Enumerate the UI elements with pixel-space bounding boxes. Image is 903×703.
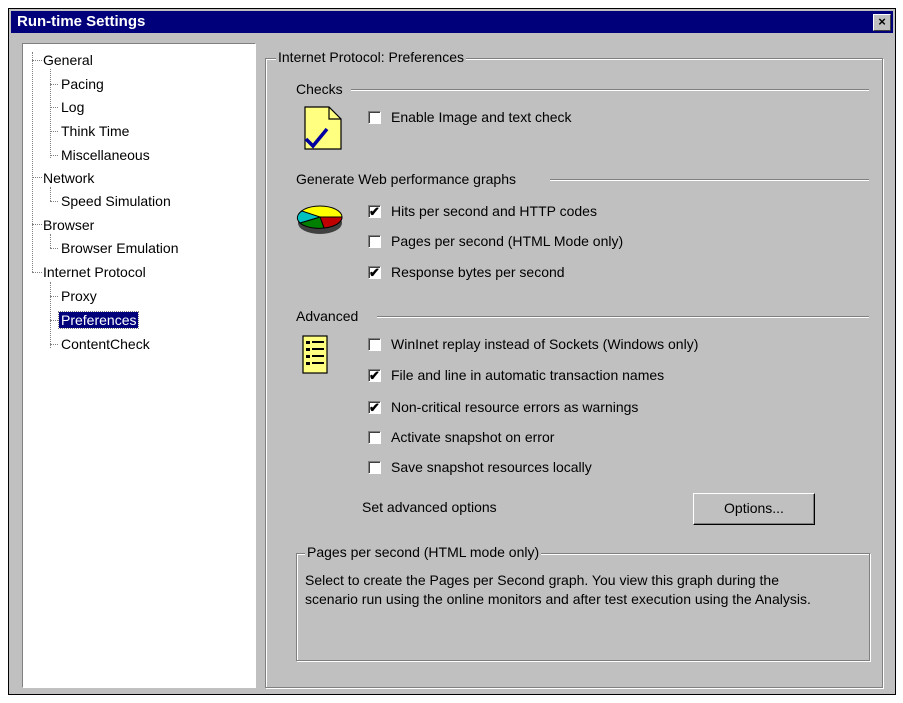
response-bytes-checkbox[interactable]: ✔ Response bytes per second bbox=[368, 262, 565, 282]
close-button[interactable]: × bbox=[873, 14, 891, 31]
checkbox-box[interactable]: ✔ bbox=[368, 368, 381, 382]
tree-item-label: Speed Simulation bbox=[61, 193, 171, 209]
tree-item-browser[interactable]: Browser bbox=[41, 215, 96, 235]
tree-item-miscellaneous[interactable]: Miscellaneous bbox=[59, 145, 152, 165]
title-bar: Run-time Settings × bbox=[11, 11, 893, 33]
tree-item-proxy[interactable]: Proxy bbox=[59, 286, 99, 306]
checks-section-title: Checks bbox=[296, 81, 343, 97]
settings-tree[interactable]: General Pacing Log Think Time Miscellane… bbox=[22, 43, 256, 688]
checkbox-label: Hits per second and HTTP codes bbox=[391, 203, 597, 219]
advanced-divider bbox=[377, 316, 869, 318]
non-critical-errors-checkbox[interactable]: ✔ Non-critical resource errors as warnin… bbox=[368, 397, 638, 417]
enable-image-text-check-checkbox[interactable]: Enable Image and text check bbox=[368, 107, 572, 127]
description-title: Pages per second (HTML mode only) bbox=[305, 544, 542, 560]
advanced-section-title: Advanced bbox=[296, 308, 359, 324]
tree-item-log[interactable]: Log bbox=[59, 97, 86, 117]
description-line-2: scenario run using the online monitors a… bbox=[305, 591, 811, 607]
tree-item-label: ContentCheck bbox=[61, 336, 150, 352]
preferences-panel: Internet Protocol: Preferences Checks En… bbox=[265, 43, 885, 688]
graphs-section-title: Generate Web performance graphs bbox=[296, 171, 516, 187]
tree-item-network[interactable]: Network bbox=[41, 168, 96, 188]
checkbox-box[interactable] bbox=[368, 430, 381, 444]
pages-per-second-checkbox[interactable]: Pages per second (HTML Mode only) bbox=[368, 231, 623, 251]
tree-item-label: Network bbox=[43, 170, 95, 186]
tree-item-label: Browser Emulation bbox=[61, 240, 179, 256]
tree-item-contentcheck[interactable]: ContentCheck bbox=[59, 334, 152, 354]
tree-item-preferences[interactable]: Preferences bbox=[57, 310, 140, 330]
checkbox-box[interactable]: ✔ bbox=[368, 265, 381, 279]
checkbox-label: Non-critical resource errors as warnings bbox=[391, 399, 639, 415]
checkbox-box[interactable] bbox=[368, 234, 381, 248]
tree-item-internet-protocol[interactable]: Internet Protocol bbox=[41, 262, 148, 282]
tree-item-label: Browser bbox=[43, 217, 95, 233]
checkbox-label: File and line in automatic transaction n… bbox=[391, 367, 665, 383]
tree-item-label: Internet Protocol bbox=[43, 264, 146, 280]
tree-item-browser-emulation[interactable]: Browser Emulation bbox=[59, 238, 181, 258]
wininet-replay-checkbox[interactable]: WinInet replay instead of Sockets (Windo… bbox=[368, 334, 698, 354]
tree-item-label: Pacing bbox=[61, 76, 104, 92]
checkbox-label: Activate snapshot on error bbox=[391, 429, 555, 445]
graphs-divider bbox=[550, 179, 869, 181]
set-advanced-options-label: Set advanced options bbox=[362, 499, 497, 515]
group-title: Internet Protocol: Preferences bbox=[276, 49, 466, 65]
tree-item-think-time[interactable]: Think Time bbox=[59, 121, 131, 141]
tree-item-general[interactable]: General bbox=[41, 50, 95, 70]
checks-divider bbox=[351, 89, 869, 91]
checkbox-label: Save snapshot resources locally bbox=[391, 459, 592, 475]
checkbox-label: WinInet replay instead of Sockets (Windo… bbox=[391, 336, 699, 352]
checkbox-box[interactable] bbox=[368, 460, 381, 474]
window-title: Run-time Settings bbox=[17, 13, 146, 30]
checkbox-box[interactable] bbox=[368, 110, 381, 124]
file-and-line-checkbox[interactable]: ✔ File and line in automatic transaction… bbox=[368, 365, 664, 385]
notepad-list-icon bbox=[302, 335, 328, 378]
checkbox-box[interactable]: ✔ bbox=[368, 400, 381, 414]
tree-item-pacing[interactable]: Pacing bbox=[59, 74, 106, 94]
tree-item-label: Log bbox=[61, 99, 85, 115]
close-icon: × bbox=[878, 14, 886, 29]
checkbox-label: Response bytes per second bbox=[391, 264, 565, 280]
tree-item-speed-simulation[interactable]: Speed Simulation bbox=[59, 191, 173, 211]
checkbox-label: Pages per second (HTML Mode only) bbox=[391, 233, 624, 249]
checkbox-box[interactable] bbox=[368, 337, 381, 351]
save-snapshot-checkbox[interactable]: Save snapshot resources locally bbox=[368, 457, 592, 477]
tree-item-label: Preferences bbox=[57, 311, 140, 329]
options-button[interactable]: Options... bbox=[693, 493, 815, 525]
pie-chart-icon bbox=[294, 201, 350, 240]
tree-item-label: General bbox=[43, 52, 93, 68]
tree-item-label: Miscellaneous bbox=[61, 147, 150, 163]
options-button-label: Options... bbox=[724, 500, 784, 516]
checkbox-box[interactable]: ✔ bbox=[368, 204, 381, 218]
tree-item-label: Proxy bbox=[61, 288, 97, 304]
checkbox-label: Enable Image and text check bbox=[391, 109, 572, 125]
hits-per-second-checkbox[interactable]: ✔ Hits per second and HTTP codes bbox=[368, 201, 597, 221]
activate-snapshot-checkbox[interactable]: Activate snapshot on error bbox=[368, 427, 554, 447]
tree-item-label: Think Time bbox=[61, 123, 130, 139]
checked-document-icon bbox=[303, 105, 343, 156]
description-line-1: Select to create the Pages per Second gr… bbox=[305, 572, 779, 588]
